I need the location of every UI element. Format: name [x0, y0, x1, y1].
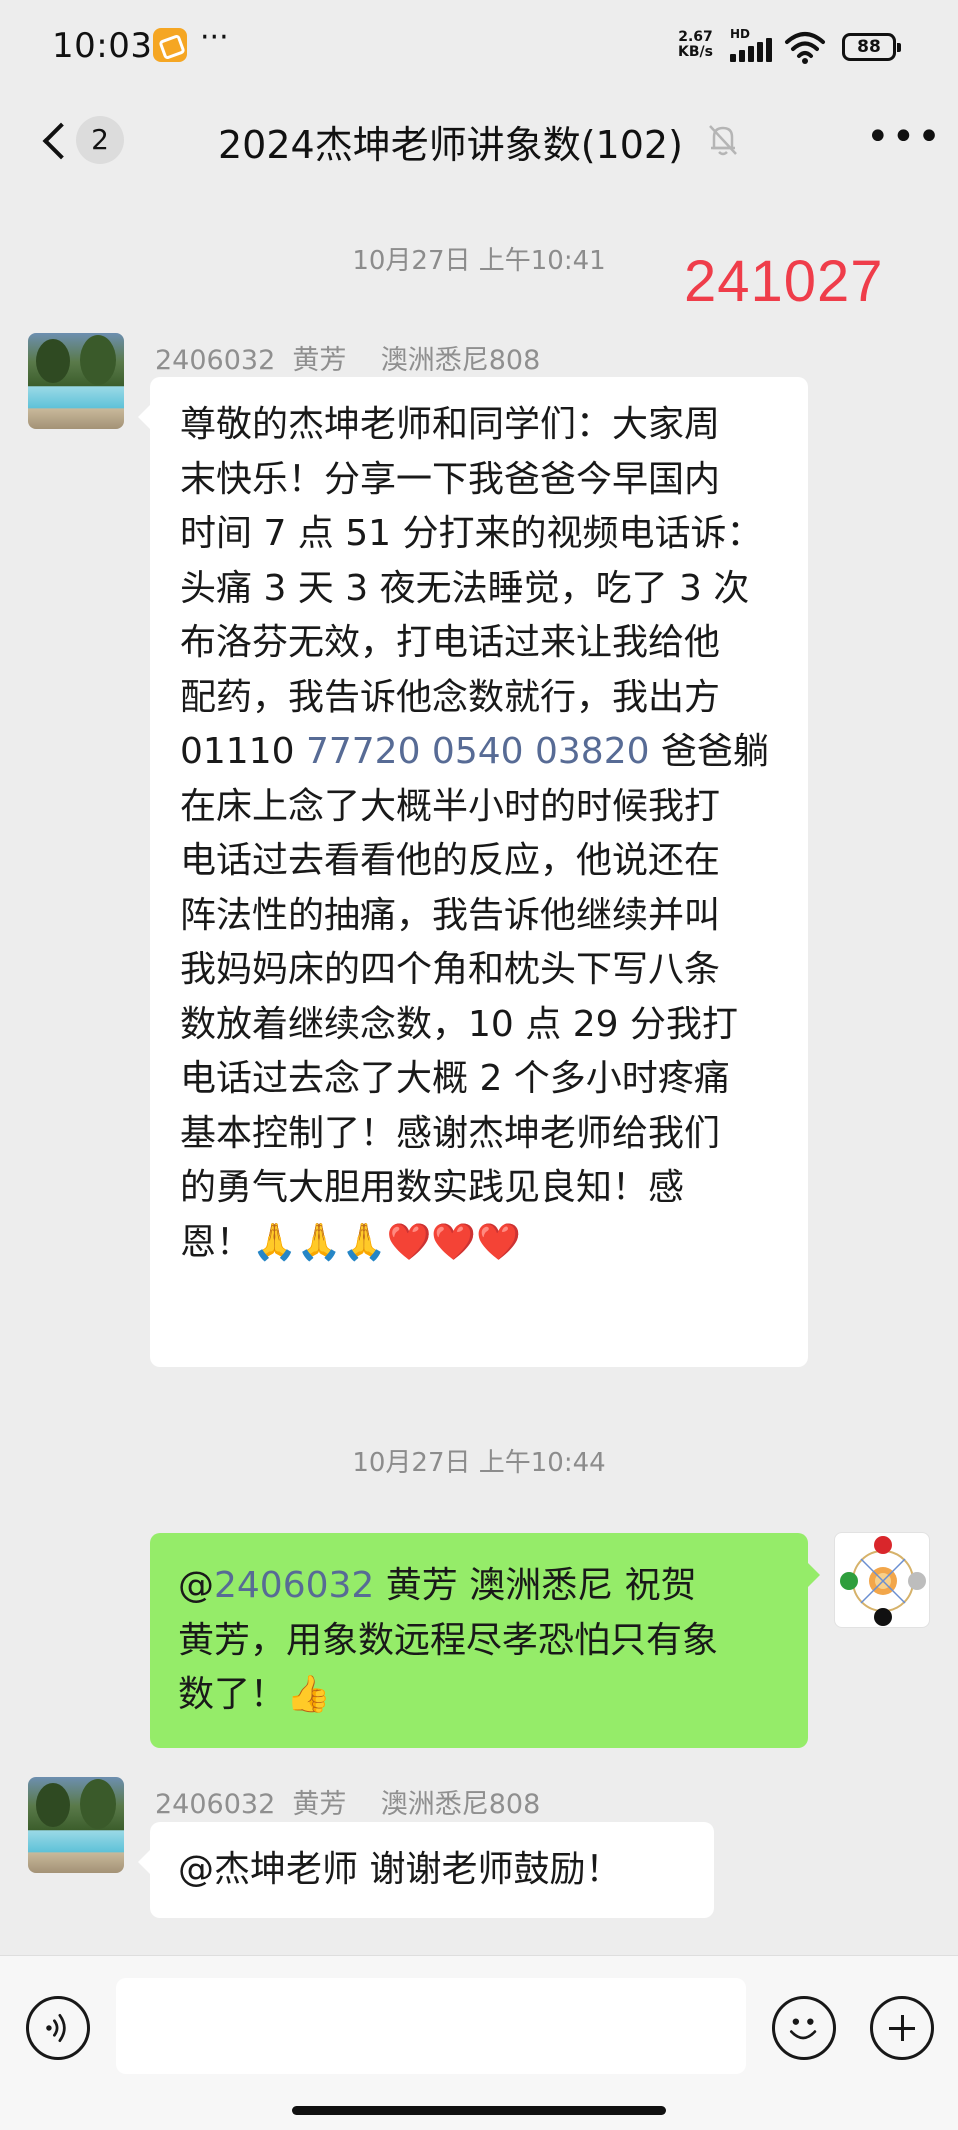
- mention-link[interactable]: 2406032: [214, 1565, 374, 1606]
- avatar[interactable]: [28, 1777, 124, 1873]
- message-line: 布洛芬无效，打电话过来让我给他: [180, 622, 721, 663]
- message-line: @杰坤老师 谢谢老师鼓励！: [178, 1849, 622, 1890]
- more-notifications-icon: ···: [200, 20, 229, 55]
- more-options-icon[interactable]: •••: [866, 117, 943, 157]
- message-timestamp: 10月27日 上午10:44: [352, 1448, 606, 1478]
- emoji-icon[interactable]: [772, 1996, 836, 2060]
- voice-input-icon[interactable]: [26, 1996, 90, 2060]
- message-line: 我妈妈床的四个角和枕头下写八条: [180, 949, 721, 990]
- home-indicator[interactable]: [292, 2106, 666, 2115]
- chat-header: 2 2024杰坤老师讲象数(102) •••: [0, 92, 958, 188]
- network-speed: 2.67 KB/s: [678, 30, 713, 60]
- unread-count-badge[interactable]: 2: [76, 116, 124, 164]
- message-line: 基本控制了！感谢杰坤老师给我们: [180, 1112, 721, 1154]
- message-line: 末快乐！分享一下我爸爸今早国内: [180, 458, 721, 500]
- message-line: 01110 77720 0540 03820 爸爸躺: [180, 725, 782, 780]
- message-line: 头痛 3 天 3 夜无法睡觉，吃了 3 次: [180, 567, 750, 609]
- network-speed-unit: KB/s: [678, 44, 713, 60]
- message-line: 电话过去念了大概 2 个多小时疼痛: [180, 1058, 730, 1099]
- signal-icon: [730, 38, 772, 62]
- message-bubble[interactable]: 尊敬的杰坤老师和同学们：大家周 末快乐！分享一下我爸爸今早国内 时间 7 点 5…: [138, 377, 808, 1367]
- bagua-logo-icon: [840, 1536, 926, 1626]
- app-notification-icon: [153, 28, 187, 62]
- message-text: 黄芳 澳洲悉尼 祝贺: [374, 1565, 697, 1606]
- back-icon[interactable]: [38, 118, 78, 162]
- avatar[interactable]: [28, 333, 124, 429]
- message-line: 的勇气大胆用数实践见良知！感: [180, 1167, 685, 1208]
- wifi-icon: [785, 32, 825, 64]
- mute-bell-icon: [709, 125, 737, 156]
- message-line: 数放着继续念数，10 点 29 分我打: [180, 1003, 738, 1045]
- add-attachment-icon[interactable]: [870, 1996, 934, 2060]
- message-line: 尊敬的杰坤老师和同学们：大家周: [180, 404, 721, 445]
- status-time: 10:03: [52, 26, 153, 66]
- input-bar: [0, 1955, 958, 2130]
- message-line: 黄芳，用象数远程尽孝恐怕只有象: [178, 1619, 719, 1661]
- message-line: 配药，我告诉他念数就行，我出方: [180, 676, 721, 718]
- message-line: 时间 7 点 51 分打来的视频电话诉：: [180, 513, 763, 554]
- status-bar: 10:03 ··· 2.67 KB/s HD 88: [0, 0, 958, 92]
- network-speed-value: 2.67: [678, 29, 713, 45]
- message-line: 在床上念了大概半小时的时候我打: [180, 785, 721, 827]
- message-line: @2406032 黄芳 澳洲悉尼 祝贺: [178, 1559, 784, 1614]
- message-line: 数了！👍: [178, 1674, 331, 1715]
- mention-at: @: [178, 1565, 214, 1606]
- message-bubble[interactable]: @杰坤老师 谢谢老师鼓励！: [138, 1822, 714, 1918]
- chat-title: 2024杰坤老师讲象数(102): [218, 123, 683, 167]
- sender-name: 2406032 黄芳 澳洲悉尼808: [155, 1789, 541, 1820]
- avatar[interactable]: [834, 1532, 930, 1628]
- message-text: 01110: [180, 731, 306, 772]
- number-link[interactable]: 77720 0540 03820: [306, 731, 650, 772]
- date-stamp-overlay: 241027: [684, 249, 884, 314]
- message-line: 恩！🙏🙏🙏❤️❤️❤️: [180, 1221, 521, 1263]
- message-text: 爸爸躺: [649, 731, 769, 772]
- sender-name: 2406032 黄芳 澳洲悉尼808: [155, 345, 541, 376]
- message-bubble-own[interactable]: @2406032 黄芳 澳洲悉尼 祝贺 黄芳，用象数远程尽孝恐怕只有象 数了！👍: [150, 1533, 820, 1748]
- message-line: 电话过去看看他的反应，他说还在: [180, 840, 721, 881]
- message-line: 阵法性的抽痛，我告诉他继续并叫: [180, 894, 721, 936]
- battery-icon: 88: [842, 33, 901, 61]
- message-input[interactable]: [116, 1978, 746, 2074]
